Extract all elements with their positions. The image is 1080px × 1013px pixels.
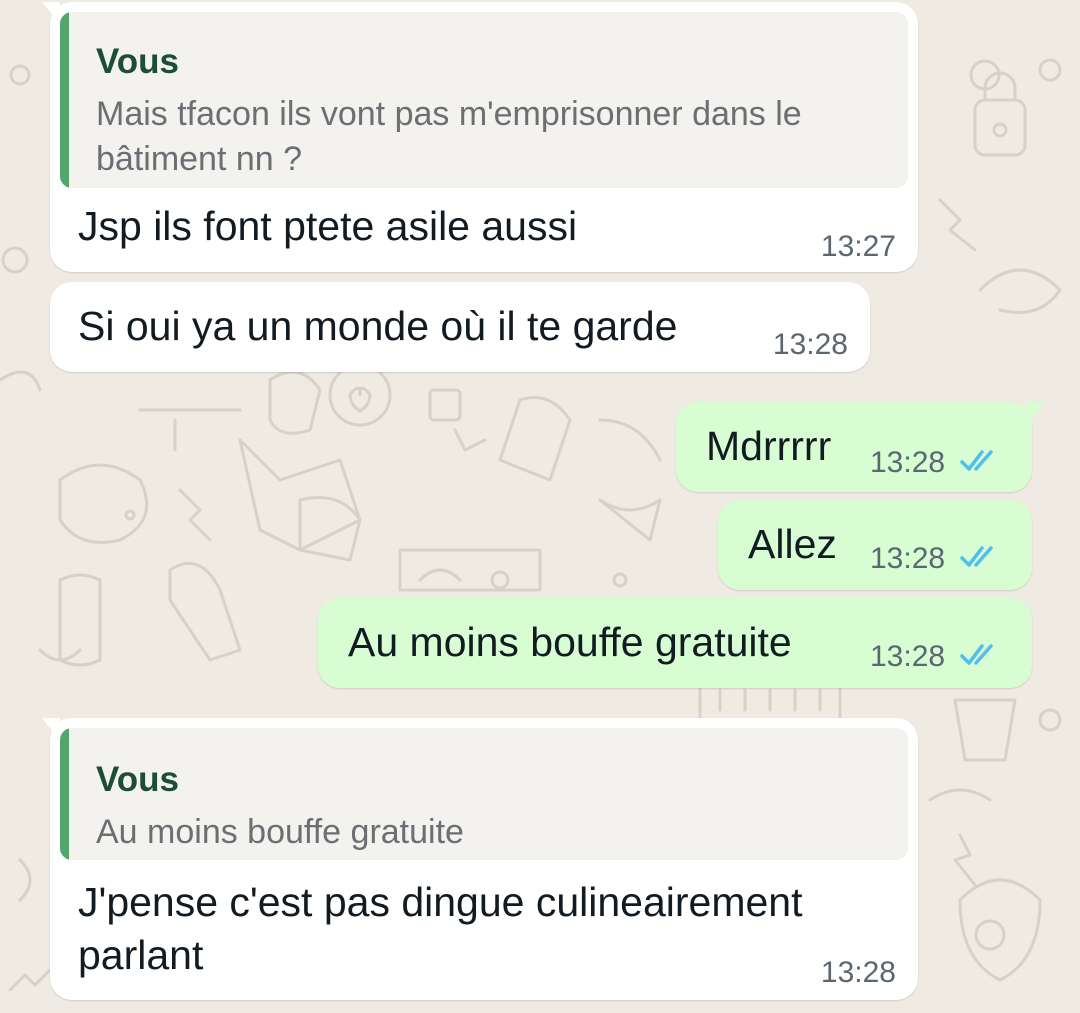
reply-quote-text: Mais tfacon ils vont pas m'emprisonner d…: [96, 95, 802, 178]
reply-quote-bar: [60, 12, 69, 188]
message-bubble-incoming[interactable]: Vous Mais tfacon ils vont pas m'emprison…: [42, 2, 918, 272]
message-text: J'pense c'est pas dingue culineairement …: [78, 879, 803, 978]
message-time: 13:28: [870, 640, 946, 673]
message-text: Au moins bouffe gratuite: [348, 619, 792, 665]
double-check-read-icon: [960, 450, 993, 471]
bubble-tail: [1026, 402, 1046, 424]
message-time: 13:27: [820, 230, 896, 263]
message-bubble-incoming[interactable]: Si oui ya un monde où il te garde 13:28: [50, 282, 870, 372]
message-time: 13:28: [820, 956, 896, 989]
reply-quote-text: Au moins bouffe gratuite: [96, 813, 464, 851]
bubble-tail: [42, 2, 60, 24]
reply-quote[interactable]: Vous Au moins bouffe gratuite: [60, 728, 908, 860]
message-time: 13:28: [772, 328, 848, 361]
message-bubble-outgoing[interactable]: Mdrrrrr 13:28: [676, 402, 1046, 492]
message-time: 13:28: [870, 446, 946, 479]
message-text: Mdrrrrr: [706, 423, 832, 469]
message-time: 13:28: [870, 542, 946, 575]
reply-quote-author: Vous: [96, 760, 179, 799]
double-check-read-icon: [960, 644, 993, 665]
message-bubble-outgoing[interactable]: Allez 13:28: [718, 500, 1032, 590]
message-text: Jsp ils font ptete asile aussi: [78, 203, 578, 249]
message-bubble-incoming[interactable]: Vous Au moins bouffe gratuite J'pense c'…: [42, 718, 918, 1000]
bubble-tail: [42, 718, 60, 740]
reply-quote-author: Vous: [96, 42, 179, 81]
message-text: Allez: [748, 521, 837, 567]
message-bubble-outgoing[interactable]: Au moins bouffe gratuite 13:28: [318, 598, 1032, 688]
double-check-read-icon: [960, 546, 993, 567]
message-text: Si oui ya un monde où il te garde: [78, 303, 678, 349]
reply-quote-bar: [60, 728, 69, 860]
reply-quote[interactable]: Vous Mais tfacon ils vont pas m'emprison…: [60, 12, 908, 188]
